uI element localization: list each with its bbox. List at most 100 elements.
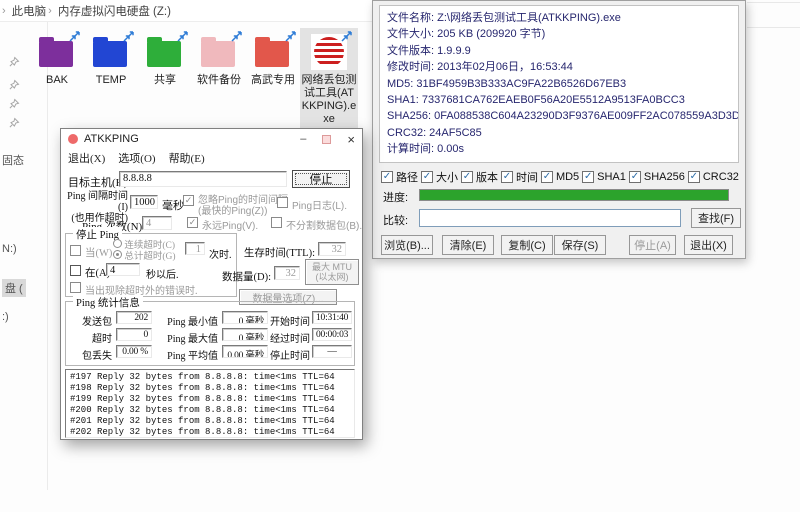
checkbox-label: 版本: [476, 169, 498, 185]
checkbox-path[interactable]: ✓路径: [381, 169, 418, 185]
hash-info-panel[interactable]: 文件名称: Z:\网络丢包测试工具(ATKKPING).exe 文件大小: 20…: [379, 5, 739, 163]
save-button[interactable]: 保存(S): [554, 235, 606, 255]
folder-icon: [199, 32, 239, 72]
interval-input[interactable]: 1000: [130, 195, 158, 209]
breadcrumb-this-pc[interactable]: 此电脑: [12, 3, 47, 19]
crc32-line: CRC32: 24AF5C85: [387, 125, 731, 141]
file-item-temp[interactable]: TEMP: [84, 28, 138, 89]
file-item-bak[interactable]: BAK: [30, 28, 84, 89]
menu-options[interactable]: 选项(O): [118, 150, 155, 166]
checkbox-label: SHA256: [644, 171, 685, 183]
log-line: #201 Reply 32 bytes from 8.8.8.8: time<1…: [70, 416, 350, 427]
data-size-input[interactable]: 32: [274, 266, 300, 280]
file-label: 高武专用: [247, 74, 299, 87]
ping-stats-title: Ping 统计信息: [73, 295, 143, 310]
checkbox-label: 大小: [436, 169, 458, 185]
stat-value: 0 毫秒: [222, 328, 268, 341]
menu-help[interactable]: 帮助(E): [169, 150, 205, 166]
ignore-interval-checkbox[interactable]: ✓ 忽略Ping的时间间隔(最快的Ping(Z)): [183, 195, 288, 217]
ttl-label: 生存时间(TTL):: [241, 245, 315, 260]
no-split-checkbox[interactable]: 不分割数据包(B).: [271, 217, 362, 232]
checkbox-time[interactable]: ✓时间: [501, 169, 538, 185]
ping-log-area[interactable]: #197 Reply 32 bytes from 8.8.8.8: time<1…: [65, 369, 355, 438]
checkbox-icon: ✓: [582, 171, 594, 183]
stop-after-checkbox[interactable]: 在(A): [70, 265, 110, 280]
stop-when-checkbox[interactable]: 当(W): [70, 245, 112, 260]
ping-log-checkbox[interactable]: Ping日志(L).: [277, 197, 347, 212]
menu-exit[interactable]: 退出(X): [68, 150, 105, 166]
checkbox-label: 忽略Ping的时间间隔(最快的Ping(Z)): [198, 195, 288, 217]
menu-bar: 退出(X) 选项(O) 帮助(E): [61, 149, 362, 166]
sidebar-item-ssd[interactable]: 固态: [2, 152, 24, 168]
checkbox-label: 不分割数据包(B).: [286, 217, 362, 232]
file-item-atkkping-exe[interactable]: 网络丢包测试工具(ATKKPING).exe: [300, 28, 358, 128]
stop-button[interactable]: 停止(A): [629, 235, 676, 255]
times-suffix-label: 次时.: [209, 246, 232, 261]
calc-time-line: 计算时间: 0.00s: [387, 141, 731, 157]
ping-count-input[interactable]: 4: [142, 216, 172, 230]
ping-stop-button[interactable]: 停止: [292, 170, 350, 188]
close-icon[interactable]: ×: [347, 132, 355, 147]
sidebar-item-drive-z[interactable]: 盘 (: [2, 279, 26, 297]
file-item-special[interactable]: 高武专用: [246, 28, 300, 89]
sync-badge-icon: [68, 30, 81, 43]
target-host-input[interactable]: 8.8.8.8: [119, 171, 287, 187]
checkbox-icon: ✓: [541, 171, 553, 183]
hash-tool-window: 文件名称: Z:\网络丢包测试工具(ATKKPING).exe 文件大小: 20…: [372, 0, 746, 259]
file-label: 网络丢包测试工具(ATKKPING).exe: [301, 74, 357, 126]
breadcrumb-drive-z[interactable]: 内存虚拟闪电硬盘 (Z:): [58, 3, 171, 19]
pin-icon[interactable]: [8, 98, 20, 110]
file-label: BAK: [31, 74, 83, 87]
checkbox-label: SHA1: [597, 171, 626, 183]
radio-total-timeout[interactable]: 总计超时(G): [113, 248, 176, 262]
checkbox-sha256[interactable]: ✓SHA256: [629, 171, 685, 183]
ttl-input[interactable]: 32: [318, 242, 346, 256]
timeout-count-input[interactable]: 1: [185, 242, 205, 255]
progress-bar: [419, 189, 729, 201]
find-button[interactable]: 查找(F): [691, 208, 741, 228]
stat-label: 超时: [68, 330, 112, 345]
background-window-edge: [747, 27, 800, 28]
stop-ping-group: 停止 Ping 当(W) 连续超时(C) 总计超时(G) 1 次时. 在(A) …: [65, 233, 237, 297]
clear-button[interactable]: 清除(E): [442, 235, 494, 255]
maximize-icon[interactable]: [322, 135, 331, 144]
log-line: #197 Reply 32 bytes from 8.8.8.8: time<1…: [70, 372, 350, 383]
checkbox-size[interactable]: ✓大小: [421, 169, 458, 185]
copy-button[interactable]: 复制(C): [501, 235, 553, 255]
modified-time-line: 修改时间: 2013年02月06日，16:53:44: [387, 59, 731, 75]
pin-icon[interactable]: [8, 79, 20, 91]
file-item-software-backup[interactable]: 软件备份: [192, 28, 246, 89]
pin-icon[interactable]: [8, 117, 20, 129]
checkbox-md5[interactable]: ✓MD5: [541, 171, 579, 183]
file-item-share[interactable]: 共享: [138, 28, 192, 89]
checkbox-icon: [70, 265, 81, 276]
log-line: #202 Reply 32 bytes from 8.8.8.8: time<1…: [70, 427, 350, 438]
checkbox-label: 路径: [396, 169, 418, 185]
stat-label: 停止时间: [268, 347, 310, 362]
checkbox-crc32[interactable]: ✓CRC32: [688, 171, 739, 183]
checkbox-label: 当(W): [85, 245, 112, 260]
sync-badge-icon: [122, 30, 135, 43]
checkbox-icon: ✓: [421, 171, 433, 183]
checkbox-label: 永远Ping(V).: [202, 217, 258, 232]
compare-input[interactable]: [419, 209, 681, 227]
browse-button[interactable]: 浏览(B)...: [381, 235, 433, 255]
checkbox-version[interactable]: ✓版本: [461, 169, 498, 185]
stat-value: 202: [116, 311, 152, 324]
checkbox-icon: ✓: [629, 171, 641, 183]
sidebar-item-drive[interactable]: :): [2, 311, 9, 323]
checkbox-icon: ✓: [501, 171, 513, 183]
minimize-icon[interactable]: –: [300, 133, 306, 145]
checkbox-sha1[interactable]: ✓SHA1: [582, 171, 626, 183]
sidebar-item-drive-n[interactable]: N:): [2, 243, 17, 255]
title-bar[interactable]: ATKKPING – ×: [61, 129, 362, 149]
exit-button[interactable]: 退出(X): [684, 235, 733, 255]
ping-forever-checkbox[interactable]: ✓ 永远Ping(V).: [187, 217, 258, 232]
log-line: #198 Reply 32 bytes from 8.8.8.8: time<1…: [70, 383, 350, 394]
checkbox-icon: ✓: [461, 171, 473, 183]
stop-after-seconds-input[interactable]: 4: [106, 263, 140, 276]
compare-label: 比较:: [383, 212, 408, 228]
stat-value: 10:31:40: [312, 311, 352, 324]
max-mtu-button[interactable]: 最大 MTU (以太网): [305, 259, 359, 285]
pin-icon[interactable]: [8, 56, 20, 68]
